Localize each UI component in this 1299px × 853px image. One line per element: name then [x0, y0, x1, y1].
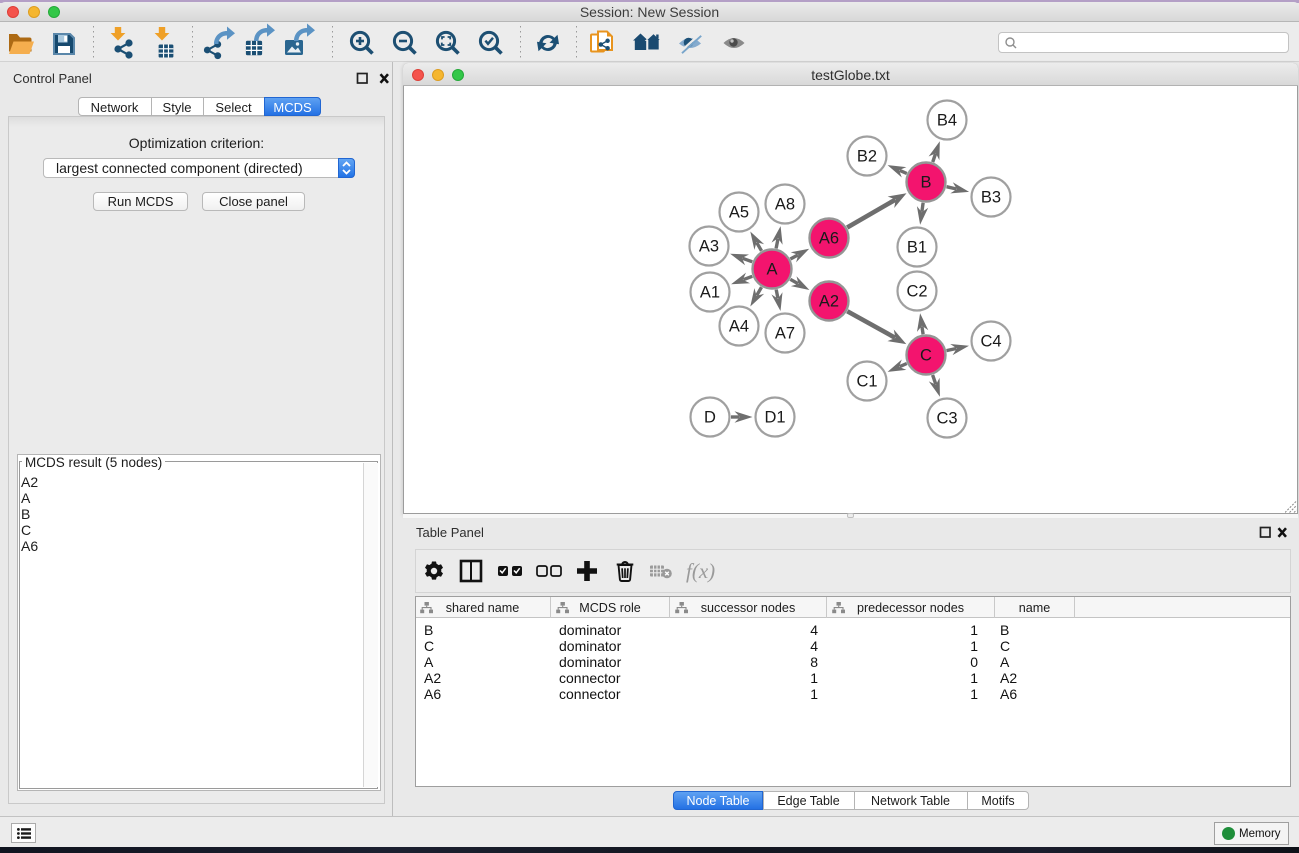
svg-text:f(x): f(x) [686, 559, 715, 583]
svg-text:C: C [920, 347, 932, 365]
svg-text:A2: A2 [819, 293, 839, 311]
svg-text:D1: D1 [764, 409, 785, 427]
svg-text:D: D [704, 409, 716, 427]
svg-text:A6: A6 [819, 230, 839, 248]
svg-text:B4: B4 [937, 112, 957, 130]
svg-text:C2: C2 [906, 283, 927, 301]
svg-text:A1: A1 [700, 284, 720, 302]
svg-text:C3: C3 [936, 410, 957, 428]
svg-text:B1: B1 [907, 239, 927, 257]
svg-text:B3: B3 [981, 189, 1001, 207]
svg-text:A8: A8 [775, 196, 795, 214]
svg-text:A7: A7 [775, 325, 795, 343]
svg-text:B2: B2 [857, 148, 877, 166]
svg-text:C1: C1 [856, 373, 877, 391]
svg-text:B: B [920, 174, 931, 192]
svg-text:C4: C4 [980, 333, 1001, 351]
svg-text:A4: A4 [729, 318, 749, 336]
svg-text:A: A [766, 261, 777, 279]
svg-text:A3: A3 [699, 238, 719, 256]
svg-text:A5: A5 [729, 204, 749, 222]
